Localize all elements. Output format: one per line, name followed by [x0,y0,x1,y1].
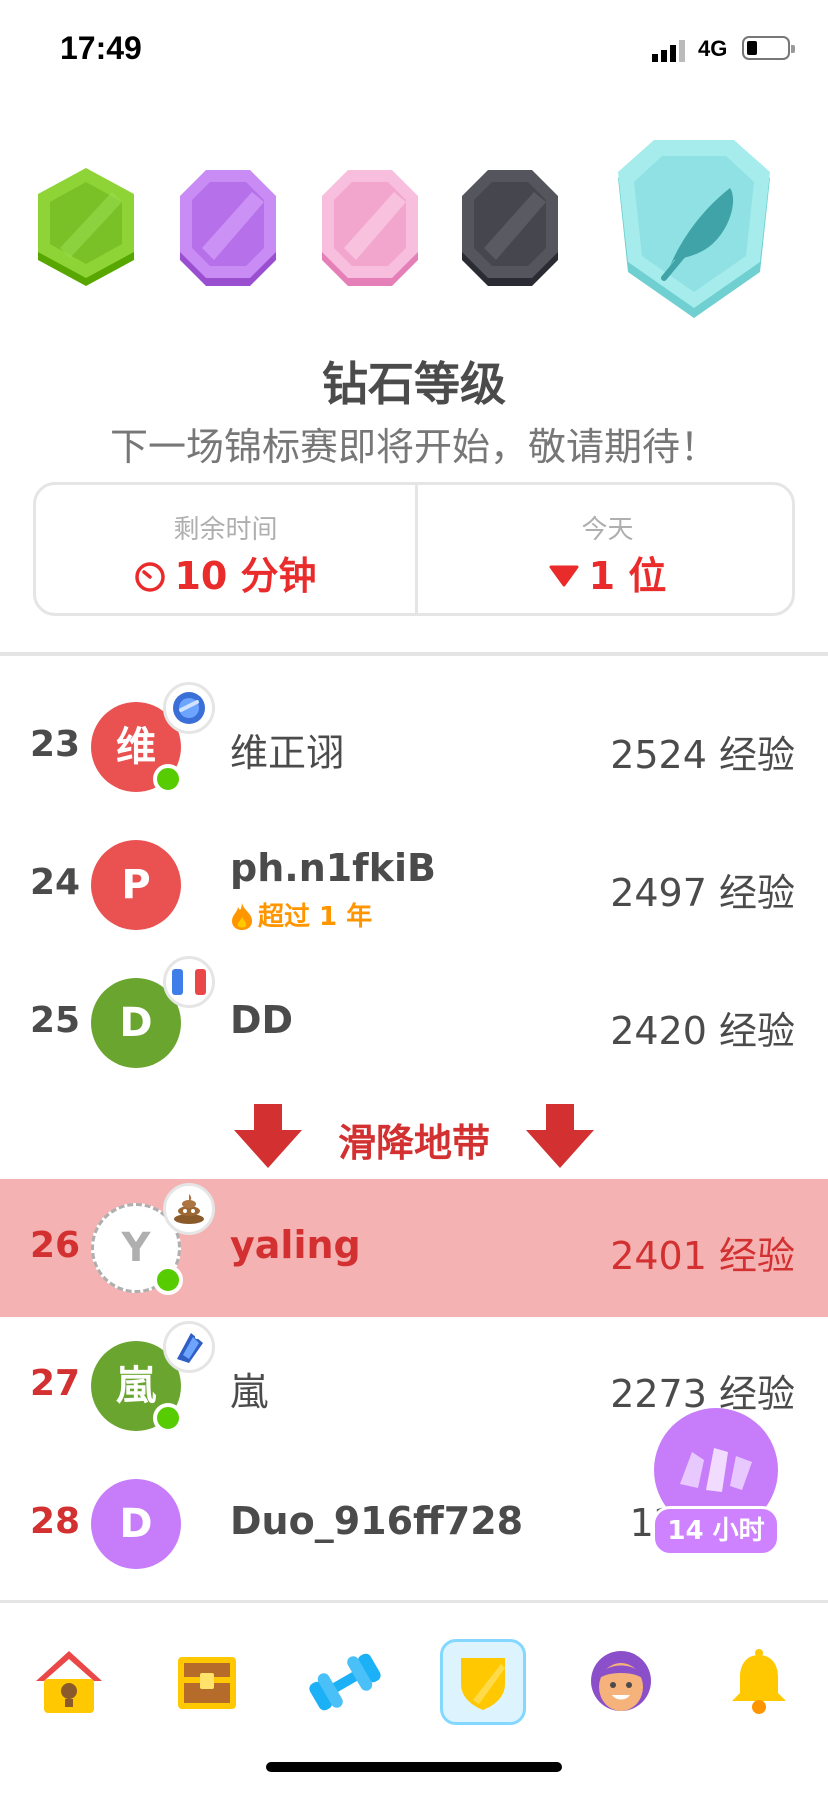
xp-value: 2524 经验 [610,733,795,777]
dumbbell-icon [309,1653,381,1711]
sapphire-crystal-icon [163,1321,215,1373]
signal-icon [652,40,685,62]
nav-chest[interactable] [164,1639,250,1725]
amethyst-league-icon [180,170,276,286]
nav-practice[interactable] [302,1639,388,1725]
nav-learn[interactable] [26,1639,112,1725]
rank-number: 24 [30,862,81,903]
leaderboard-row-current-user[interactable]: 26 Y yaling 2401 经验 [0,1179,828,1317]
league-subtitle: 下一场锦标赛即将开始，敬请期待！ [109,425,718,469]
poop-icon [163,1183,215,1235]
username: DD [230,998,294,1042]
today-row: 1 位 [418,545,797,600]
avatar[interactable]: D [91,1479,181,1569]
xp-value: 2401 经验 [610,1234,795,1278]
time-left-label: 剩余时间 [173,515,278,545]
leaderboard-row[interactable]: 24 P ph.n1fkiB 超过 1 年 2497 经验 [0,816,828,954]
bronze-league-icon [38,168,134,286]
profile-avatar-icon [591,1651,651,1711]
home-indicator [266,1762,562,1772]
league-title: 钻石等级 [322,357,506,411]
today-label: 今天 [581,515,634,545]
french-flag-icon [163,956,215,1008]
rank-number: 27 [30,1363,81,1404]
bell-icon [732,1649,786,1714]
username: yaling [230,1223,361,1267]
chest-timer-button[interactable]: 14 小时 [652,1408,780,1568]
divider [0,652,828,656]
streak-text: 超过 1 年 [258,902,373,932]
today-stat: 今天 1 位 [418,485,797,613]
sapphire-gem-icon [163,682,215,734]
avatar[interactable]: P [91,840,181,930]
nav-leaderboard[interactable] [440,1639,526,1725]
timer-icon [135,562,166,592]
down-arrow-icon [526,1104,594,1168]
rank-number: 26 [30,1225,81,1266]
rank-number: 23 [30,724,81,765]
demotion-zone-banner: 滑降地带 [0,1094,828,1178]
treasure-chest-icon [178,1657,236,1709]
flame-icon [232,903,252,930]
status-time: 17:49 [60,30,142,66]
online-indicator [153,764,183,794]
username: Duo_916ff728 [230,1499,524,1543]
rank-number: 28 [30,1501,81,1542]
home-icon [36,1651,102,1713]
demotion-zone-label: 滑降地带 [337,1121,490,1165]
diamond-league-icon [618,140,770,318]
network-label: 4G [698,36,728,61]
online-indicator [153,1265,183,1295]
today-value: 1 位 [588,554,667,598]
battery-icon [742,36,795,60]
time-left-stat: 剩余时间 10 分钟 [36,485,415,613]
nav-profile[interactable] [578,1639,664,1725]
leaderboard-row[interactable]: 23 维 维正诩 2524 经验 [0,678,828,816]
xp-value: 2420 经验 [610,1009,795,1053]
nav-notifications[interactable] [716,1639,802,1725]
username: ph.n1fkiB [230,846,436,890]
pearl-league-icon [322,170,418,286]
rank-number: 25 [30,1000,81,1041]
obsidian-league-icon [462,170,558,286]
xp-value: 2497 经验 [610,871,795,915]
shield-icon [461,1658,505,1710]
time-left-value: 10 分钟 [174,554,317,598]
stats-panel: 剩余时间 10 分钟 今天 1 位 [33,482,795,616]
username: 维正诩 [230,731,345,775]
chest-timer-label: 14 小时 [652,1506,780,1556]
online-indicator [153,1403,183,1433]
leaderboard-row[interactable]: 25 D DD 2420 经验 [0,954,828,1092]
username: 嵐 [230,1370,269,1414]
time-left-row: 10 分钟 [36,545,415,600]
rank-down-arrow-icon [549,565,579,587]
streak-label: 超过 1 年 [230,896,372,933]
